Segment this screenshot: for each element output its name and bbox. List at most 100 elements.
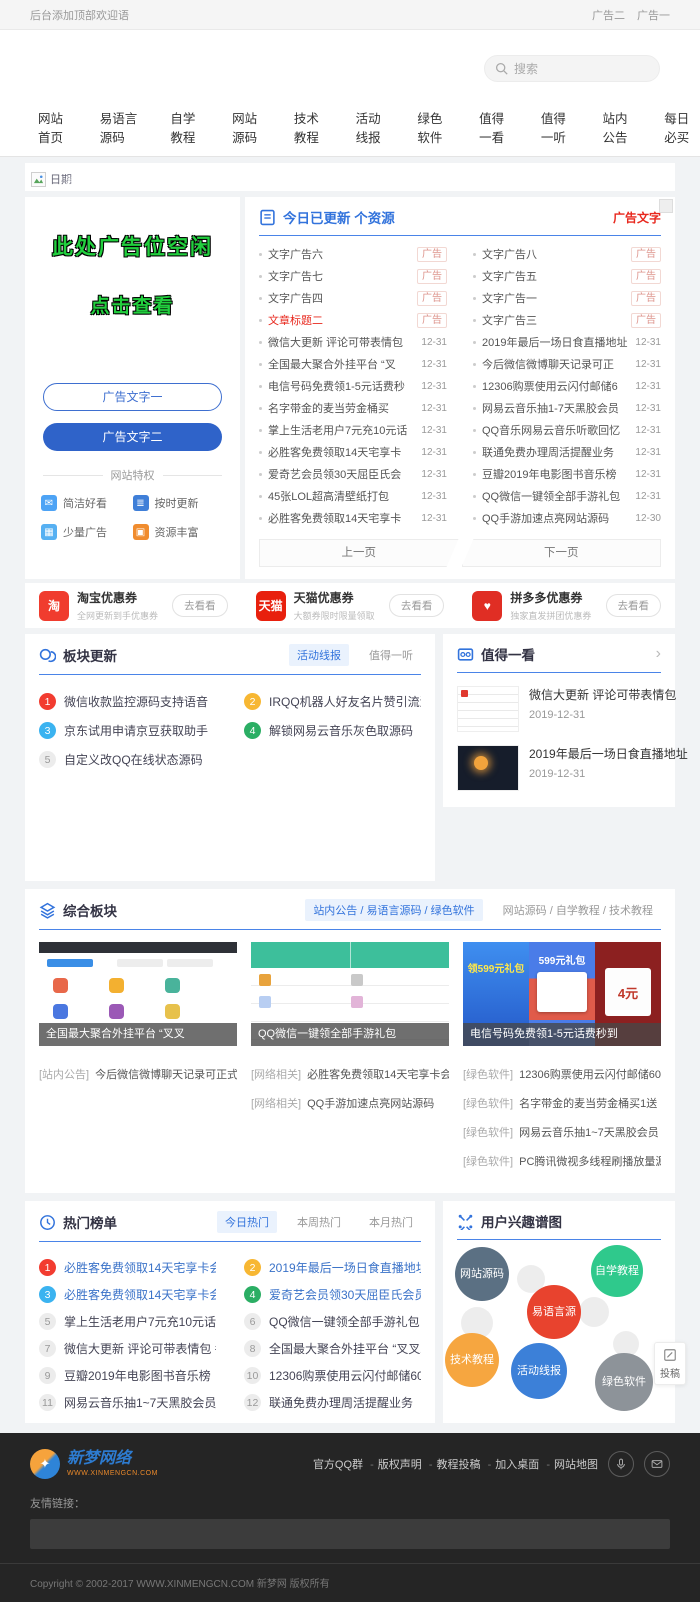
update-title[interactable]: 全国最大聚合外挂平台 “叉 [268, 356, 415, 372]
update-title[interactable]: 文字广告七 [268, 268, 411, 284]
hot-item[interactable]: 3 必胜客免费领取14天宅享卡会员 [39, 1281, 216, 1308]
update-title[interactable]: 文字广告五 [482, 268, 625, 284]
hot-item-title[interactable]: 微信大更新 评论可带表情包 各种 [64, 1340, 216, 1357]
footer-link[interactable]: 版权声明 [378, 1456, 433, 1472]
coupon-go-button[interactable]: 去看看 [389, 594, 445, 617]
composite-item[interactable]: [网络相关] 必胜客免费领取14天宅享卡会员 [251, 1059, 449, 1088]
board-item[interactable]: 4 解锁网易云音乐灰色取源码 [244, 716, 421, 745]
update-row[interactable]: 文字广告八 广告 [473, 243, 661, 265]
board-item[interactable]: 1 微信收款监控源码支持语音 [39, 687, 216, 716]
footer-logo[interactable]: 新梦网络 WWW.XINMENGCN.COM [30, 1449, 158, 1479]
update-row[interactable]: 网易云音乐抽1-7天黑胶会员 12-31 [473, 397, 661, 419]
update-row[interactable]: 豆瓣2019年电影图书音乐榜 12-31 [473, 463, 661, 485]
hot-item-title[interactable]: 网易云音乐抽1~7天黑胶会员 [64, 1394, 216, 1411]
interest-bubble[interactable]: 自学教程 [591, 1245, 643, 1297]
hot-item-title[interactable]: 必胜客免费领取14天宅享卡会员 [64, 1259, 216, 1276]
update-title[interactable]: 文字广告六 [268, 246, 411, 262]
nav-item[interactable]: 值得一看 [479, 108, 515, 146]
hot-item-title[interactable]: 12306购票使用云闪付邮储60-30 [269, 1367, 421, 1384]
update-title[interactable]: 文字广告三 [482, 312, 625, 328]
worth-item[interactable]: 微信大更新 评论可带表情包 2019-12-31 [457, 686, 661, 732]
update-title[interactable]: 豆瓣2019年电影图书音乐榜 [482, 466, 629, 482]
update-title[interactable]: 爱奇艺会员领30天屈臣氏会 [268, 466, 415, 482]
update-row[interactable]: 联通免费办理周活提醒业务 12-31 [473, 441, 661, 463]
update-row[interactable]: 45张LOL超高清壁纸打包 12-31 [259, 485, 447, 507]
tab-composite-group2[interactable]: 网站源码 / 自学教程 / 技术教程 [495, 899, 661, 921]
board-item-title[interactable]: 京东试用申请京豆获取助手 [64, 722, 208, 739]
tab-hot-today[interactable]: 今日热门 [217, 1211, 277, 1233]
nav-item[interactable]: 网站首页 [38, 108, 74, 146]
composite-preview-promo[interactable]: 领599元礼包 599元礼包 4元 电信号码免费领1-5元话费秒到 [463, 942, 661, 1046]
update-title[interactable]: 必胜客免费领取14天宅享卡 [268, 444, 415, 460]
update-title[interactable]: QQ手游加速点亮网站源码 [482, 510, 629, 526]
footer-link[interactable]: 网站地图 [554, 1456, 598, 1472]
hot-item[interactable]: 6 QQ微信一键领全部手游礼包 [244, 1308, 421, 1335]
hot-item[interactable]: 7 微信大更新 评论可带表情包 各种 [39, 1335, 216, 1362]
composite-item-title[interactable]: 网易云音乐抽1~7天黑胶会员 [519, 1124, 659, 1140]
update-row[interactable]: 微信大更新 评论可带表情包 12-31 [259, 331, 447, 353]
update-row[interactable]: 爱奇艺会员领30天屈臣氏会 12-31 [259, 463, 447, 485]
hot-item[interactable]: 2 2019年最后一场日食直播地址 [244, 1254, 421, 1281]
interest-bubble[interactable]: 网站源码 [455, 1247, 509, 1301]
coupon-card[interactable]: 天猫 天猫优惠券 大额券限时限量领取 去看看 [242, 589, 459, 622]
update-row[interactable]: 文章标题二 广告 [259, 309, 447, 331]
update-row[interactable]: 文字广告七 广告 [259, 265, 447, 287]
prev-page-button[interactable]: 上一页 [259, 539, 459, 567]
update-row[interactable]: 2019年最后一场日食直播地址 12-31 [473, 331, 661, 353]
submit-post-button[interactable]: 投稿 [654, 1342, 686, 1385]
update-row[interactable]: 掌上生活老用户7元充10元话 12-31 [259, 419, 447, 441]
friend-links-box[interactable] [30, 1519, 670, 1549]
worth-item-title[interactable]: 微信大更新 评论可带表情包 [529, 688, 676, 702]
nav-item[interactable]: 易语言源码 [100, 108, 145, 146]
composite-item-title[interactable]: PC腾讯微视多线程刷播放量源码 [519, 1153, 661, 1169]
interest-bubble[interactable]: 易语言源 [527, 1285, 581, 1339]
update-row[interactable]: 电信号码免费领1-5元话费秒 12-31 [259, 375, 447, 397]
board-item[interactable]: 5 自定义改QQ在线状态源码 [39, 745, 216, 774]
topbar-ad-link[interactable]: 广告一 [637, 7, 670, 23]
update-title[interactable]: 文章标题二 [268, 312, 411, 328]
board-item-title[interactable]: 微信收款监控源码支持语音 [64, 693, 208, 710]
board-item-title[interactable]: 解锁网易云音乐灰色取源码 [269, 722, 413, 739]
ad-text-button-1[interactable]: 广告文字一 [43, 383, 222, 411]
composite-item-title[interactable]: 12306购票使用云闪付邮储60-30 [519, 1066, 661, 1082]
update-title[interactable]: 微信大更新 评论可带表情包 [268, 334, 415, 350]
update-row[interactable]: 名字带金的麦当劳金桶买 12-31 [259, 397, 447, 419]
interest-bubble[interactable]: 绿色软件 [595, 1353, 653, 1411]
board-item[interactable]: 2 IRQQ机器人好友名片赞引流源 [244, 687, 421, 716]
update-title[interactable]: QQ微信一键领全部手游礼包 [482, 488, 629, 504]
composite-item[interactable]: [绿色软件] 网易云音乐抽1~7天黑胶会员 [463, 1117, 661, 1146]
update-title[interactable]: 今后微信微博聊天记录可正 [482, 356, 629, 372]
update-row[interactable]: 全国最大聚合外挂平台 “叉 12-31 [259, 353, 447, 375]
hot-item-title[interactable]: 豆瓣2019年电影图书音乐榜 [64, 1367, 211, 1384]
board-item-title[interactable]: 自定义改QQ在线状态源码 [64, 751, 203, 768]
nav-item[interactable]: 自学教程 [170, 108, 206, 146]
update-title[interactable]: 文字广告四 [268, 290, 411, 306]
footer-link[interactable]: 加入桌面 [495, 1456, 550, 1472]
update-title[interactable]: 电信号码免费领1-5元话费秒 [268, 378, 415, 394]
footer-link[interactable]: 官方QQ群 [313, 1456, 374, 1472]
ad-text-button-2[interactable]: 广告文字二 [43, 423, 222, 451]
update-title[interactable]: QQ音乐网易云音乐听歌回忆 [482, 422, 629, 438]
interest-bubble[interactable]: 活动线报 [511, 1343, 567, 1399]
tab-hot-month[interactable]: 本月热门 [361, 1211, 421, 1233]
update-title[interactable]: 文字广告八 [482, 246, 625, 262]
composite-item-title[interactable]: 名字带金的麦当劳金桶买1送 [519, 1095, 657, 1111]
empty-ad-slot-link[interactable]: 此处广告位空闲 点击查看 [25, 197, 240, 383]
nav-item[interactable]: 站内公告 [603, 108, 639, 146]
update-row[interactable]: 12306购票使用云闪付邮储6 12-31 [473, 375, 661, 397]
worth-item[interactable]: 2019年最后一场日食直播地址 2019-12-31 [457, 745, 661, 791]
hot-item[interactable]: 4 爱奇艺会员领30天屈臣氏会员 [244, 1281, 421, 1308]
hot-item-title[interactable]: 必胜客免费领取14天宅享卡会员 [64, 1286, 216, 1303]
hot-item-title[interactable]: 联通免费办理周活提醒业务 [269, 1394, 413, 1411]
update-title[interactable]: 网易云音乐抽1-7天黑胶会员 [482, 400, 629, 416]
tab-composite-group1[interactable]: 站内公告 / 易语言源码 / 绿色软件 [305, 899, 482, 921]
hot-item-title[interactable]: 全国最大聚合外挂平台 “叉叉助手 [269, 1340, 421, 1357]
hot-item[interactable]: 5 掌上生活老用户7元充10元话费 [39, 1308, 216, 1335]
hot-item-title[interactable]: 掌上生活老用户7元充10元话费 [64, 1313, 216, 1330]
board-item[interactable]: 3 京东试用申请京豆获取助手 [39, 716, 216, 745]
tab-worth-listening[interactable]: 值得一听 [361, 644, 421, 666]
hot-item-title[interactable]: 爱奇艺会员领30天屈臣氏会员 [269, 1286, 421, 1303]
composite-item-title[interactable]: 必胜客免费领取14天宅享卡会员 [307, 1066, 449, 1082]
hot-item[interactable]: 12 联通免费办理周活提醒业务 [244, 1389, 421, 1416]
chevron-right-icon[interactable] [656, 646, 661, 662]
